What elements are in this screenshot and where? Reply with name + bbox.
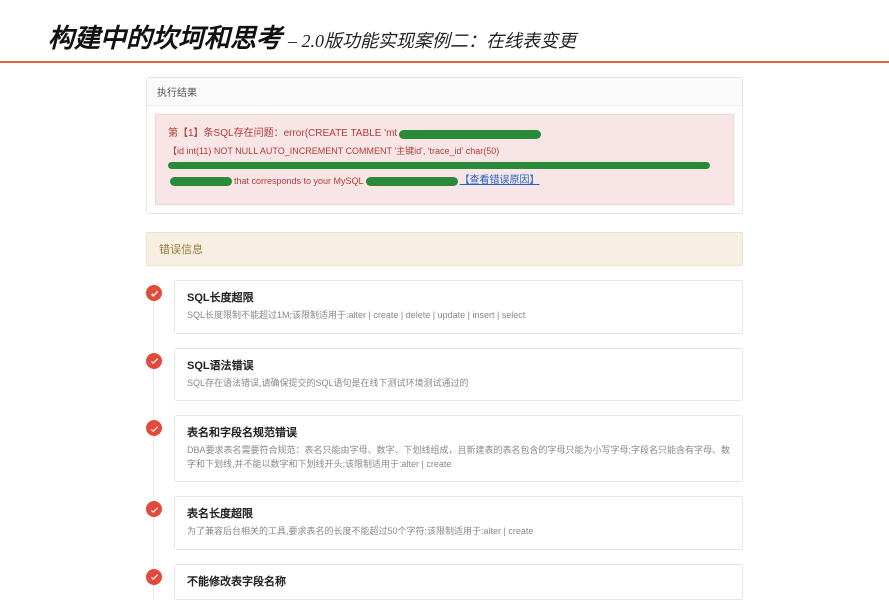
error-desc: SQL存在语法错误,请确保提交的SQL语句是在线下测试环境测试通过的 [187,377,730,391]
error-desc: DBA要求表名需要符合规范：表名只能由字母、数字、下划线组成，且新建表的表名包含… [187,444,730,471]
error-icon [146,420,162,436]
error-list: SQL长度超限 SQL长度限制不能超过1M;该限制适用于:alter | cre… [146,280,743,600]
error-title: 表名长度超限 [187,505,730,521]
error-card: SQL长度超限 SQL长度限制不能超过1M;该限制适用于:alter | cre… [174,280,743,334]
redaction-mark [168,162,710,169]
error-info-section: 错误信息 SQL长度超限 SQL长度限制不能超过1M;该限制适用于:alter … [146,232,743,600]
title-sub: – 2.0版功能实现案例二：在线表变更 [288,27,576,53]
error-title: SQL长度超限 [187,289,730,305]
error-item: 不能修改表字段名称 [174,564,743,600]
exec-frag-notnull: 【id int(11) NOT NULL AUTO_INCREMENT COMM… [168,143,499,159]
redaction-mark [367,178,457,185]
error-item: SQL语法错误 SQL存在语法错误,请确保提交的SQL语句是在线下测试环境测试通… [174,348,743,402]
error-icon [146,501,162,517]
exec-prefix: 第【1】条SQL存在问题： [168,125,284,143]
view-error-reason-link[interactable]: 【查看错误原因】 [460,172,540,190]
error-card: 不能修改表字段名称 [174,564,743,600]
error-title: 表名和字段名规范错误 [187,424,730,440]
exec-line-1: 第【1】条SQL存在问题： error(CREATE TABLE 'mt 【id… [168,125,721,159]
exec-result-body: 第【1】条SQL存在问题： error(CREATE TABLE 'mt 【id… [155,114,734,205]
error-item: 表名和字段名规范错误 DBA要求表名需要符合规范：表名只能由字母、数字、下划线组… [174,415,743,482]
redaction-mark [171,178,231,185]
error-card: 表名长度超限 为了兼容后台相关的工具,要求表名的长度不能超过50个字符;该限制适… [174,496,743,550]
exec-result-title: 执行结果 [147,78,742,106]
exec-line-3: that corresponds to your MySQL 【查看错误原因】 [168,172,721,190]
error-item: SQL长度超限 SQL长度限制不能超过1M;该限制适用于:alter | cre… [174,280,743,334]
error-card: 表名和字段名规范错误 DBA要求表名需要符合规范：表名只能由字母、数字、下划线组… [174,415,743,482]
title-main: 构建中的坎坷和思考 [48,18,282,55]
error-card: SQL语法错误 SQL存在语法错误,请确保提交的SQL语句是在线下测试环境测试通… [174,348,743,402]
error-title: SQL语法错误 [187,357,730,373]
error-title: 不能修改表字段名称 [187,573,730,589]
exec-frag-corresponds: that corresponds to your MySQL [234,173,364,189]
error-icon [146,569,162,585]
exec-frag-create: error(CREATE TABLE 'mt [284,125,398,143]
redaction-mark [400,131,540,138]
error-icon [146,285,162,301]
error-item: 表名长度超限 为了兼容后台相关的工具,要求表名的长度不能超过50个字符;该限制适… [174,496,743,550]
error-desc: SQL长度限制不能超过1M;该限制适用于:alter | create | de… [187,309,730,323]
exec-result-panel: 执行结果 第【1】条SQL存在问题： error(CREATE TABLE 'm… [146,77,743,214]
timeline-line [153,288,154,600]
slide-header: 构建中的坎坷和思考 – 2.0版功能实现案例二：在线表变更 [0,0,889,63]
error-icon [146,353,162,369]
error-desc: 为了兼容后台相关的工具,要求表名的长度不能超过50个字符;该限制适用于:alte… [187,525,730,539]
error-info-heading: 错误信息 [146,232,743,266]
content-area: 执行结果 第【1】条SQL存在问题： error(CREATE TABLE 'm… [0,63,889,600]
